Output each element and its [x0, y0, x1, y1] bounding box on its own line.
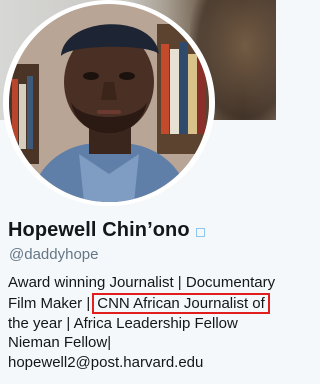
avatar-photo — [9, 4, 209, 202]
bio-line: Award winning Journalist | Documentary — [8, 274, 276, 291]
display-name[interactable]: Hopewell Chin’ono — [8, 219, 190, 242]
bio-line: Nieman Fellow| — [8, 334, 112, 351]
verified-badge-icon — [195, 228, 205, 237]
avatar-frame[interactable] — [3, 0, 215, 206]
highlight-box: CNN African Journalist of — [92, 292, 270, 314]
bio-line-prefix: Film Maker | — [8, 294, 91, 312]
handle[interactable]: @daddyhope — [9, 246, 98, 263]
bio: Award winning Journalist | Documentary F… — [8, 273, 276, 372]
name-row: Hopewell Chin’ono — [8, 216, 205, 244]
bio-line: Film Maker | CNN African Journalist of — [8, 292, 276, 314]
avatar[interactable] — [9, 4, 209, 202]
bio-email[interactable]: hopewell2@post.harvard.edu — [8, 353, 276, 373]
bio-line: the year | Africa Leadership Fellow — [8, 314, 238, 332]
